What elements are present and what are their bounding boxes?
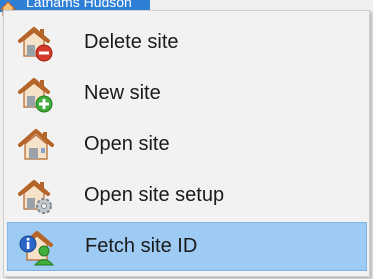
menu-item-delete-site[interactable]: Delete site <box>7 18 367 67</box>
tree-item-label: Lathams Hudson <box>26 0 132 10</box>
menu-item-open-site[interactable]: Open site <box>7 120 367 169</box>
context-menu: Delete site New site Open site Open site… <box>3 10 370 277</box>
site-delete-icon <box>18 26 53 61</box>
screen: Lathams Hudson Delete site New site Open… <box>0 0 373 279</box>
site-setup-icon <box>18 179 52 214</box>
menu-item-label: Fetch site ID <box>85 235 198 257</box>
menu-item-label: Delete site <box>84 31 179 53</box>
site-new-icon <box>18 77 53 112</box>
menu-item-label: Open site setup <box>84 184 225 206</box>
menu-item-new-site[interactable]: New site <box>7 69 367 118</box>
site-open-icon <box>18 128 54 160</box>
menu-item-label: Open site <box>84 133 170 155</box>
menu-item-label: New site <box>84 82 161 104</box>
menu-item-fetch-site-id[interactable]: Fetch site ID <box>7 222 367 271</box>
site-fetch-id-icon <box>19 230 55 265</box>
menu-item-open-site-setup[interactable]: Open site setup <box>7 171 367 220</box>
